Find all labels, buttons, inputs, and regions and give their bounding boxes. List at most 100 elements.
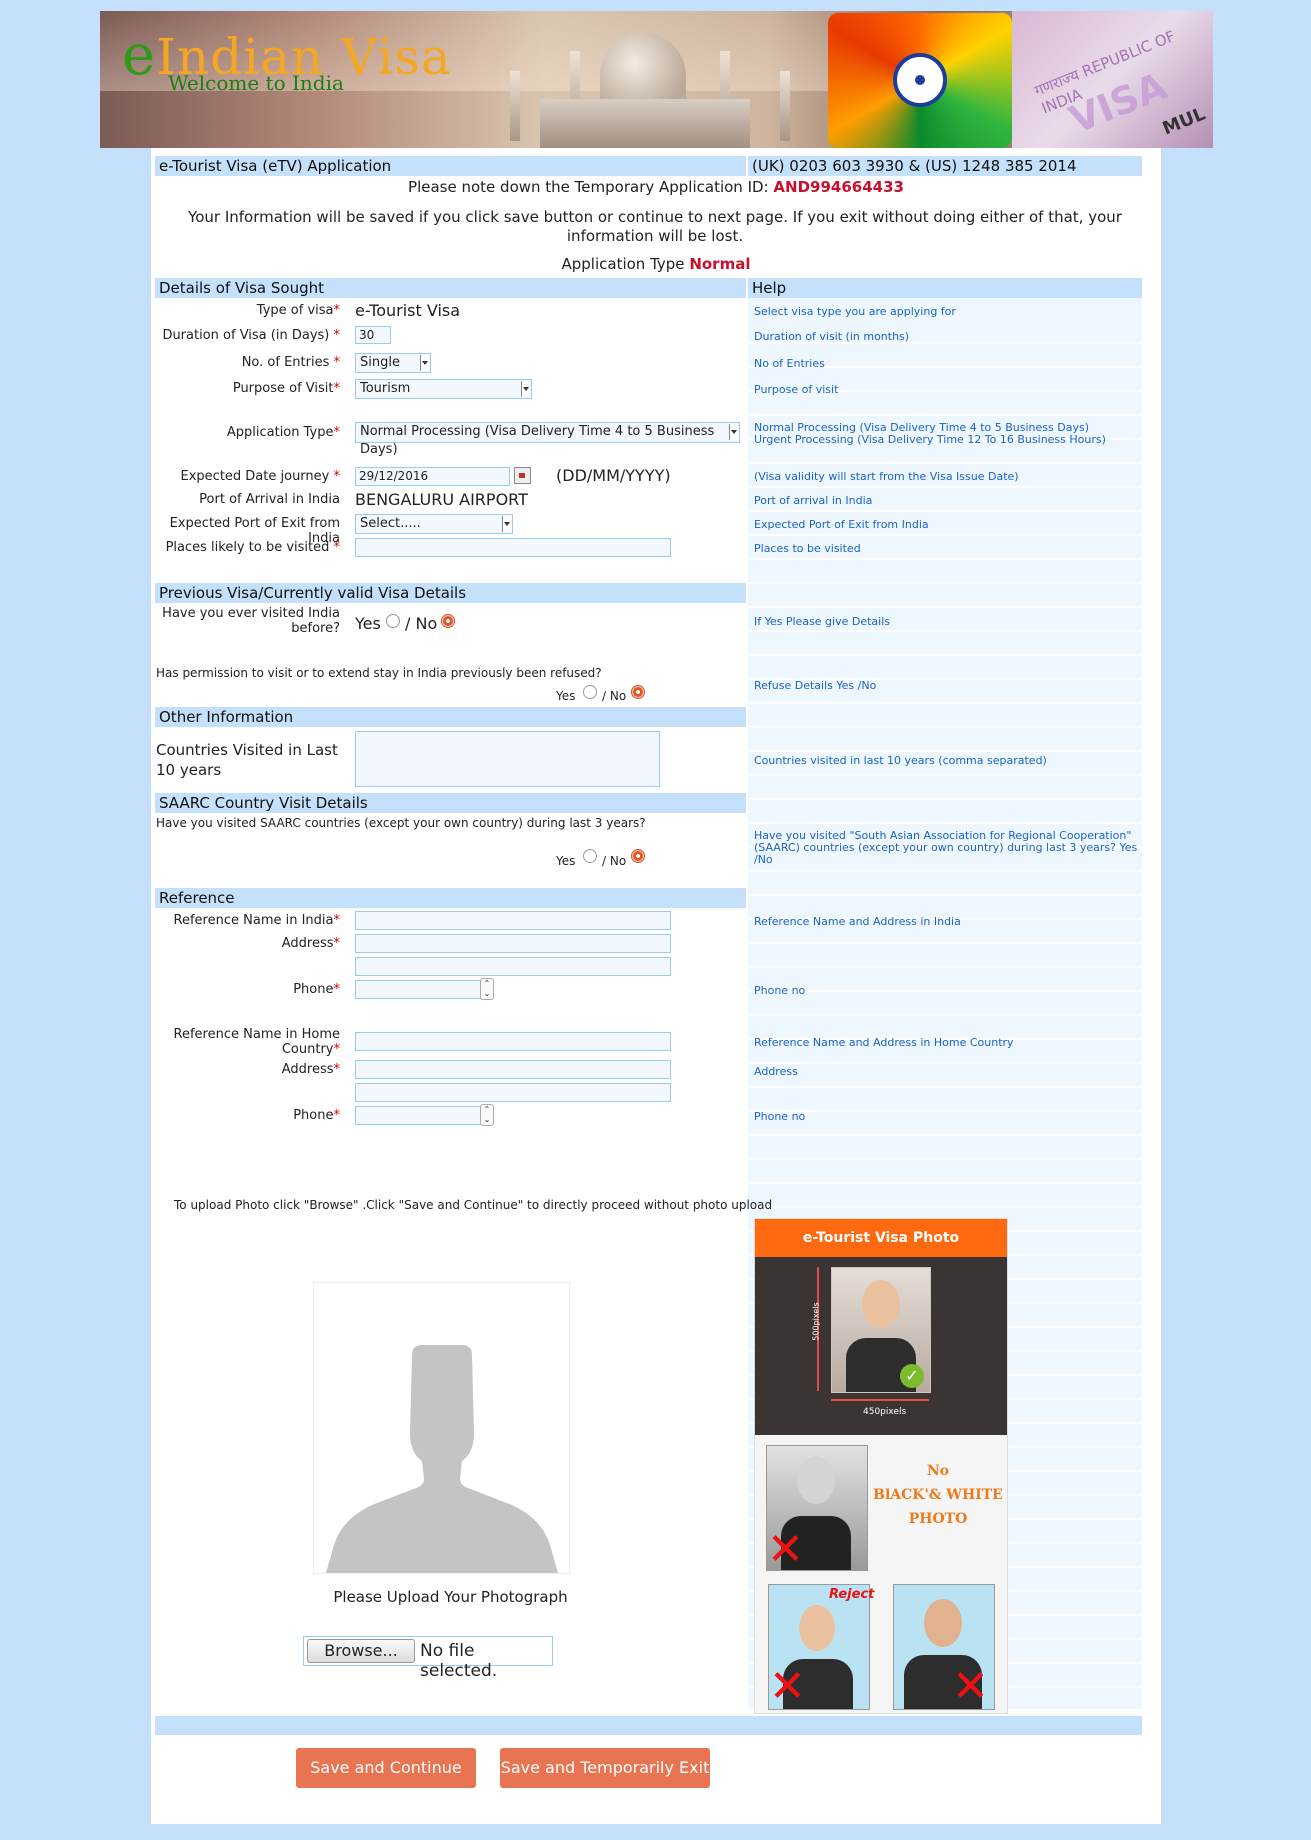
purpose-label: Purpose of Visit* [232,381,340,396]
ref-address-india-line2[interactable] [355,957,671,976]
photo-requirement-title: e-Tourist Visa Photo Requirmennt [755,1219,1007,1284]
visited-before-no-radio[interactable] [441,614,455,628]
saarc-no-radio[interactable] [631,849,645,863]
places-label: Places likely to be visited * [165,540,340,555]
height-pixels-label: 500pixels [811,1302,821,1341]
help-saarc: Have you visited "South Asian Associatio… [754,829,1138,866]
save-exit-button[interactable]: Save and Temporarily Exit [500,1748,710,1788]
chevron-down-icon [420,355,429,371]
ref-phone-home-input[interactable] [355,1106,493,1125]
photo-requirement-graphic: e-Tourist Visa Photo Requirmennt ✓ 500pi… [754,1218,1008,1714]
entries-label: No. of Entries * [241,355,340,370]
reject-x-icon: ✕ [769,1661,806,1712]
width-arrow [831,1399,929,1401]
ref-phone-india-input[interactable] [355,980,493,999]
ashoka-chakra-icon [893,53,947,107]
contact-phones: (UK) 0203 603 3930 & (US) 1248 385 2014 [748,156,1142,176]
places-input[interactable] [355,538,671,557]
chevron-down-icon [502,516,511,532]
exit-port-select[interactable]: Select..... [355,514,513,534]
reject-sample-photo-2: ✕ [893,1584,995,1712]
width-pixels-label: 450pixels [863,1407,907,1417]
chevron-down-icon [521,381,530,397]
ref-phone-india-label: Phone* [293,982,340,997]
ref-name-home-label: Reference Name in Home Country* [173,1027,340,1057]
app-type-label: Application Type [561,255,685,273]
ref-address-india-label: Address* [281,936,340,951]
phone-spinner-icon[interactable]: ⌃ ⌄ [480,978,494,1000]
calendar-icon[interactable] [514,467,531,484]
section-help: Help [748,278,1142,298]
application-type-label: Application Type* [226,425,340,440]
ref-address-india-line1[interactable] [355,934,671,953]
save-continue-button[interactable]: Save and Continue [296,1748,476,1788]
refused-no-radio[interactable] [631,685,645,699]
journey-date-label: Expected Date journey * [180,469,340,484]
entries-select[interactable]: Single [355,353,431,373]
countries-visited-label: Countries Visited in Last 10 years [156,741,338,779]
phone-spinner-icon[interactable]: ⌃ ⌄ [480,1104,494,1126]
countries-visited-textarea[interactable] [355,731,660,787]
visited-before-yes-label: Yes [355,614,381,633]
check-icon: ✓ [900,1364,924,1388]
ref-address-home-label: Address* [281,1062,340,1077]
passport-mul-text: MUL [1159,103,1209,140]
photo-sample-dark: ✓ 500pixels 450pixels [755,1257,1007,1435]
sample-face-photo: ✓ [831,1267,931,1393]
saarc-yes-label: Yes [556,854,576,868]
help-address-home: Address [754,1065,798,1078]
file-upload-field[interactable]: Browse... No file selected. [303,1636,553,1681]
saarc-no-label: / No [602,854,627,868]
ref-phone-home-label: Phone* [293,1108,340,1123]
help-purpose: Purpose of visit [754,383,839,396]
no-file-label: No file selected. [420,1641,498,1681]
browse-button[interactable]: Browse... [307,1639,415,1663]
refused-yes-radio[interactable] [583,685,597,699]
reject-x-icon: ✕ [952,1661,989,1712]
section-reference: Reference [155,888,746,908]
section-previous-visa: Previous Visa/Currently valid Visa Detai… [155,583,746,603]
date-format-hint: (DD/MM/YYYY) [556,466,671,485]
help-phone-india: Phone no [754,984,806,997]
help-exit: Expected Port of Exit from India [754,518,929,531]
type-of-visa-value: e-Tourist Visa [355,301,461,320]
bw-warning-line3: PHOTO [908,1511,968,1527]
footer-bar [155,1716,1142,1735]
app-type-value: Normal [689,255,751,273]
purpose-select[interactable]: Tourism [355,379,532,399]
save-info-notice: Your Information will be saved if you cl… [188,208,1122,245]
application-type-select[interactable]: Normal Processing (Visa Delivery Time 4 … [355,422,740,457]
minaret-far-right [780,71,790,141]
help-journey: (Visa validity will start from the Visa … [754,470,1019,483]
saarc-yes-radio[interactable] [583,849,597,863]
temp-id-notice: Please note down the Temporary Applicati… [151,178,1161,196]
temp-id-label: Please note down the Temporary Applicati… [408,178,769,196]
ref-address-home-line1[interactable] [355,1060,671,1079]
reject-label: Reject [829,1587,875,1602]
duration-input[interactable]: 30 [355,326,391,344]
site-tagline: Welcome to India [168,71,344,95]
bw-warning: No BlACK'& WHITE PHOTO [873,1459,1003,1531]
journey-date-input[interactable]: 29/12/2016 [355,467,510,486]
visited-before-yes-radio[interactable] [386,614,400,628]
bw-sample-photo: ✕ [766,1445,868,1575]
help-duration: Duration of visit (in months) [754,330,910,343]
help-entries: No of Entries [754,357,825,370]
reject-sample-photo-1: Reject ✕ [768,1584,874,1712]
ref-address-home-line2[interactable] [355,1083,671,1102]
page-title: e-Tourist Visa (eTV) Application [155,156,746,176]
section-other-info: Other Information [155,707,746,727]
site-banner: eIndian Visa Welcome to India गणराज्य RE… [100,11,1213,148]
avatar-silhouette-icon [326,1345,558,1573]
ref-name-home-input[interactable] [355,1032,671,1051]
ref-name-india-label: Reference Name in India* [173,913,340,928]
help-countries: Countries visited in last 10 years (comm… [754,754,1047,767]
photo-placeholder [313,1282,570,1574]
ref-name-india-input[interactable] [355,911,671,930]
refused-yes-label: Yes [556,689,576,703]
type-of-visa-label: Type of visa* [256,303,340,318]
visited-before-no-label: / No [405,614,438,633]
help-type-of-visa: Select visa type you are applying for [754,305,956,318]
chevron-down-icon [729,424,738,440]
help-phone-home: Phone no [754,1110,806,1123]
